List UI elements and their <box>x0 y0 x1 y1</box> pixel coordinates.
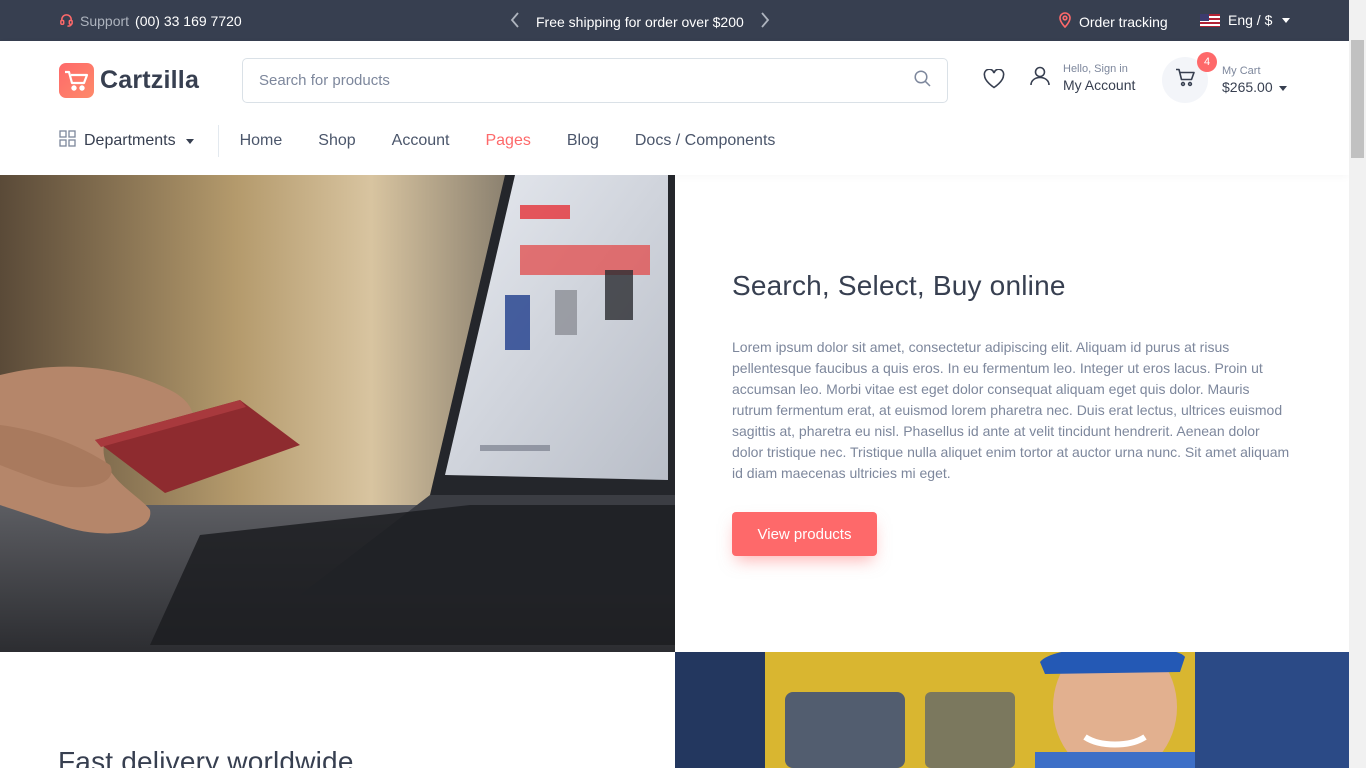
grid-icon <box>59 130 76 152</box>
main-nav: Departments Home Shop Account Pages Blog… <box>59 121 793 161</box>
cart-label: My Cart <box>1222 65 1261 77</box>
headset-icon <box>59 12 74 30</box>
support-label: Support <box>80 13 130 29</box>
cart-icon <box>1175 68 1196 92</box>
section-body: Lorem ipsum dolor sit amet, consectetur … <box>732 339 1290 481</box>
nav-pages[interactable]: Pages <box>467 132 548 150</box>
heart-icon <box>983 68 1005 93</box>
map-pin-icon <box>1058 12 1072 31</box>
us-flag-icon <box>1200 13 1220 27</box>
section-search-select-buy: Search, Select, Buy online Lorem ipsum d… <box>732 270 1292 484</box>
search-bar <box>242 58 948 103</box>
view-products-button[interactable]: View products <box>732 512 877 556</box>
promo-text: Free shipping for order over $200 <box>536 13 744 30</box>
chevron-left-icon[interactable] <box>510 12 520 31</box>
nav-blog[interactable]: Blog <box>549 132 617 150</box>
logo-text: Cartzilla <box>100 66 200 94</box>
account-label: My Account <box>1063 77 1136 93</box>
order-tracking-link[interactable]: Order tracking <box>1058 12 1168 31</box>
chevron-right-icon[interactable] <box>760 12 770 31</box>
caret-down-icon <box>1278 85 1287 91</box>
support-contact[interactable]: Support (00) 33 169 7720 <box>59 12 242 30</box>
account-menu[interactable]: Hello, Sign in My Account <box>1029 63 1135 93</box>
topbar: Support (00) 33 169 7720 Free shipping f… <box>0 0 1349 41</box>
departments-dropdown[interactable]: Departments <box>59 125 219 157</box>
language-label: Eng / $ <box>1228 12 1273 28</box>
cart-logo-icon <box>59 63 94 98</box>
delivery-courier-image <box>675 652 1349 768</box>
language-currency-dropdown[interactable]: Eng / $ <box>1200 12 1291 28</box>
caret-down-icon <box>185 138 194 144</box>
nav-docs-components[interactable]: Docs / Components <box>617 132 794 150</box>
wishlist-button[interactable] <box>983 68 1005 94</box>
departments-label: Departments <box>84 132 176 149</box>
scrollbar-thumb[interactable] <box>1351 40 1364 158</box>
header: Cartzilla Hello, Sign in My Account 4 My… <box>0 41 1349 175</box>
cart-button[interactable]: 4 My Cart $265.00 <box>1162 52 1287 103</box>
cart-count-badge: 4 <box>1197 52 1217 72</box>
order-tracking-label: Order tracking <box>1079 13 1168 30</box>
online-shopping-image <box>0 175 675 652</box>
nav-shop[interactable]: Shop <box>300 132 373 150</box>
page-scrollbar[interactable] <box>1349 0 1366 768</box>
account-greeting: Hello, Sign in <box>1063 63 1128 75</box>
search-input[interactable] <box>259 72 914 89</box>
section-title: Fast delivery worldwide <box>58 746 354 768</box>
caret-down-icon <box>1282 17 1291 23</box>
user-icon <box>1029 65 1051 92</box>
nav-account[interactable]: Account <box>374 132 468 150</box>
cart-icon-wrapper: 4 <box>1162 52 1217 103</box>
section-title: Search, Select, Buy online <box>732 270 1066 301</box>
support-phone[interactable]: (00) 33 169 7720 <box>135 13 242 29</box>
promo-carousel: Free shipping for order over $200 <box>510 12 770 31</box>
nav-home[interactable]: Home <box>222 132 301 150</box>
search-icon[interactable] <box>914 69 931 92</box>
section-fast-delivery: Fast delivery worldwide <box>58 746 354 768</box>
cart-total: $265.00 <box>1222 79 1287 95</box>
logo[interactable]: Cartzilla <box>59 63 199 98</box>
